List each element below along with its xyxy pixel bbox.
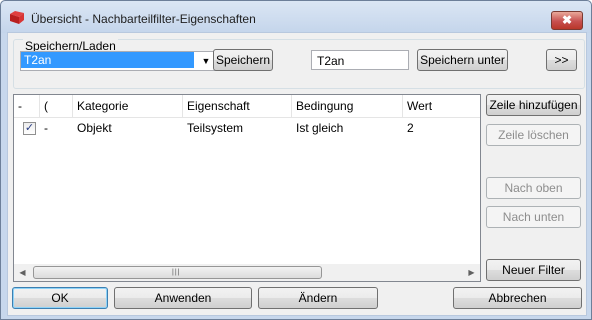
modify-button[interactable]: Ändern [258, 287, 378, 309]
save-as-button[interactable]: Speichern unter [417, 49, 508, 71]
scroll-left-icon[interactable]: ◀ [14, 264, 31, 281]
close-icon: ✖ [561, 13, 573, 27]
table-row[interactable]: ✓ - Objekt Teilsystem Ist gleich 2 [14, 118, 480, 138]
column-header-dash[interactable]: - [14, 95, 40, 117]
expand-button[interactable]: >> [546, 49, 577, 71]
delete-row-button[interactable]: Zeile löschen [486, 124, 581, 146]
chevron-down-icon[interactable]: ▼ [199, 53, 213, 69]
horizontal-scrollbar[interactable]: ◀ ||| ▶ [14, 264, 480, 281]
save-button[interactable]: Speichern [213, 49, 273, 71]
table-header: - ( Kategorie Eigenschaft Bedingung Wert [14, 95, 480, 118]
filter-preset-dropdown[interactable]: T2an ▼ [20, 51, 216, 71]
cell-bedingung: Ist gleich [296, 121, 344, 135]
new-filter-button[interactable]: Neuer Filter [486, 259, 581, 281]
scroll-thumb[interactable]: ||| [33, 266, 322, 279]
move-up-button[interactable]: Nach oben [486, 177, 581, 199]
cell-kategorie: Objekt [77, 121, 112, 135]
row-checkbox[interactable]: ✓ [23, 122, 36, 135]
close-button[interactable]: ✖ [551, 11, 583, 30]
checkmark-icon: ✓ [24, 122, 35, 134]
column-header-kategorie[interactable]: Kategorie [73, 95, 183, 117]
move-down-button[interactable]: Nach unten [486, 206, 581, 228]
filter-name-field[interactable]: T2an [311, 50, 409, 70]
dialog-body: Speichern/Laden T2an ▼ Speichern T2an Sp… [7, 32, 587, 316]
title-bar[interactable]: Übersicht - Nachbarteilfilter-Eigenschaf… [1, 1, 591, 33]
cell-paren: - [44, 121, 48, 135]
ok-button[interactable]: OK [12, 287, 108, 309]
apply-button[interactable]: Anwenden [114, 287, 252, 309]
dialog-window: Übersicht - Nachbarteilfilter-Eigenschaf… [0, 0, 592, 320]
cell-wert: 2 [407, 121, 414, 135]
cell-eigenschaft: Teilsystem [187, 121, 244, 135]
red-folder-icon [10, 11, 24, 24]
cancel-button[interactable]: Abbrechen [453, 287, 582, 309]
add-row-button[interactable]: Zeile hinzufügen [486, 94, 581, 116]
window-title: Übersicht - Nachbarteilfilter-Eigenschaf… [31, 12, 256, 26]
filter-conditions-table[interactable]: - ( Kategorie Eigenschaft Bedingung Wert… [13, 94, 481, 282]
grip-icon: ||| [172, 269, 181, 276]
column-header-paren[interactable]: ( [40, 95, 73, 117]
scroll-right-icon[interactable]: ▶ [463, 264, 480, 281]
column-header-wert[interactable]: Wert [403, 95, 480, 117]
column-header-bedingung[interactable]: Bedingung [292, 95, 403, 117]
column-header-eigenschaft[interactable]: Eigenschaft [183, 95, 292, 117]
dropdown-selected-value: T2an [21, 52, 194, 68]
